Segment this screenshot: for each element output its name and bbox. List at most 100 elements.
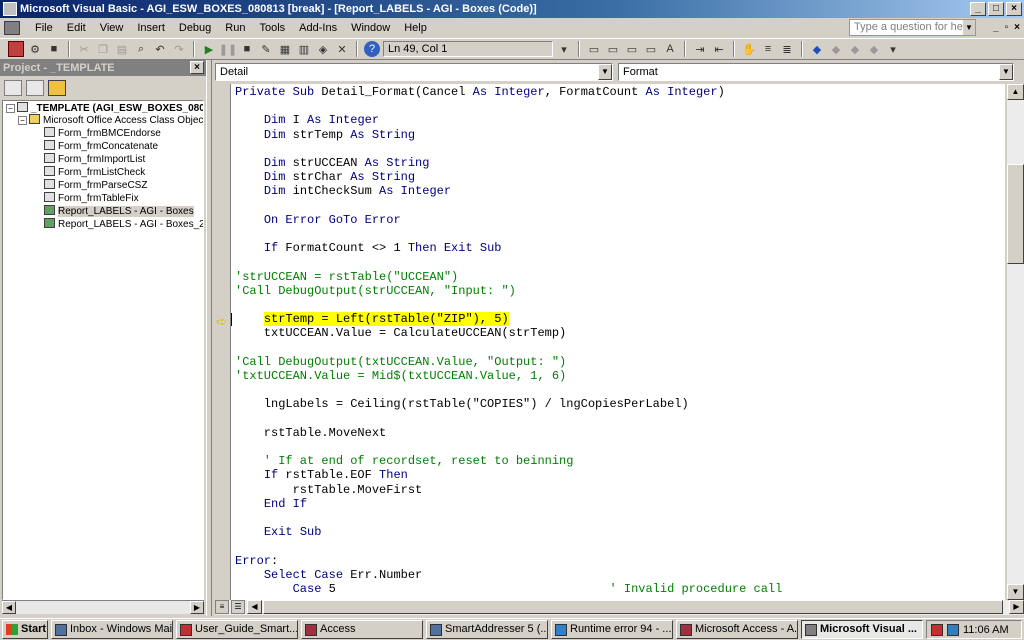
outdent-icon[interactable]: ⇤ bbox=[711, 41, 727, 57]
tree-root[interactable]: − _TEMPLATE (AGI_ESW_BOXES_080813 bbox=[3, 101, 203, 114]
code-line[interactable]: Exit Sub bbox=[235, 525, 322, 539]
toolbar-options-icon[interactable]: ▾ bbox=[885, 41, 901, 57]
code-line[interactable]: Error: bbox=[235, 554, 278, 568]
list-properties-icon[interactable]: ▭ bbox=[586, 41, 602, 57]
menu-insert[interactable]: Insert bbox=[130, 18, 172, 38]
reset-icon[interactable]: ■ bbox=[239, 41, 255, 57]
maximize-button[interactable]: □ bbox=[988, 2, 1004, 16]
code-line[interactable]: Dim strTemp As String bbox=[235, 128, 415, 142]
break-icon[interactable]: ❚❚ bbox=[219, 41, 237, 57]
indent-icon[interactable]: ⇥ bbox=[692, 41, 708, 57]
code-line[interactable]: lngLabels = Ceiling(rstTable("COPIES") /… bbox=[235, 397, 689, 411]
tree-item[interactable]: Form_frmParseCSZ bbox=[3, 179, 203, 192]
quick-info-icon[interactable]: ▭ bbox=[624, 41, 640, 57]
code-line[interactable]: ' If at end of recordset, reset to beinn… bbox=[235, 454, 574, 468]
start-button[interactable]: Start bbox=[2, 620, 48, 639]
code-line[interactable]: 'txtUCCEAN.Value = Mid$(txtUCCEAN.Value,… bbox=[235, 369, 566, 383]
menu-tools[interactable]: Tools bbox=[252, 18, 292, 38]
tree-item[interactable]: Form_frmTableFix bbox=[3, 192, 203, 205]
close-button[interactable]: × bbox=[1006, 2, 1022, 16]
next-bookmark-icon[interactable]: ◆ bbox=[828, 41, 844, 57]
code-line[interactable]: Dim I As Integer bbox=[235, 113, 379, 127]
collapse-icon[interactable]: − bbox=[6, 104, 15, 113]
parameter-info-icon[interactable]: ▭ bbox=[643, 41, 659, 57]
code-line[interactable]: Dim strChar As String bbox=[235, 170, 415, 184]
project-explorer-icon[interactable]: ▦ bbox=[277, 41, 293, 57]
tree-folder[interactable]: − Microsoft Office Access Class Objects bbox=[3, 114, 203, 127]
tree-item[interactable]: Form_frmBMCEndorse bbox=[3, 127, 203, 140]
previous-bookmark-icon[interactable]: ◆ bbox=[847, 41, 863, 57]
uncomment-block-icon[interactable]: ≣ bbox=[779, 41, 795, 57]
tree-item[interactable]: Form_frmListCheck bbox=[3, 166, 203, 179]
code-line[interactable]: If rstTable.EOF Then bbox=[235, 468, 408, 482]
vba-app-icon[interactable] bbox=[3, 2, 17, 16]
code-line[interactable]: Case 5 ' Invalid procedure call bbox=[235, 582, 783, 596]
network-icon[interactable] bbox=[947, 623, 959, 636]
object-browser-icon[interactable]: ◈ bbox=[315, 41, 331, 57]
complete-word-icon[interactable]: A bbox=[662, 41, 678, 57]
code-line[interactable]: If FormatCount <> 1 Then Exit Sub bbox=[235, 241, 502, 255]
scroll-right-icon[interactable]: ▶ bbox=[1009, 600, 1024, 614]
object-dropdown[interactable]: Detail ▼ bbox=[215, 63, 613, 81]
toggle-breakpoint-icon[interactable]: ✋ bbox=[741, 41, 757, 57]
code-line[interactable]: 'Call DebugOutput(strUCCEAN, "Input: ") bbox=[235, 284, 516, 298]
margin-indicator-bar[interactable]: ➪ bbox=[215, 84, 231, 600]
mdi-minimize-button[interactable]: _ bbox=[993, 22, 999, 33]
comment-block-icon[interactable]: ≡ bbox=[760, 41, 776, 57]
list-constants-icon[interactable]: ▭ bbox=[605, 41, 621, 57]
insert-module-icon[interactable]: ⚙ bbox=[27, 41, 43, 57]
tray-app-icon[interactable] bbox=[931, 623, 943, 636]
view-code-icon[interactable] bbox=[4, 80, 22, 96]
taskbar-item-access[interactable]: Access bbox=[301, 620, 423, 639]
code-window-icon[interactable] bbox=[4, 21, 20, 35]
scroll-right-icon[interactable]: ▶ bbox=[190, 601, 204, 614]
help-icon[interactable]: ? bbox=[364, 41, 380, 57]
code-vertical-scrollbar[interactable]: ▲ ▼ bbox=[1007, 84, 1024, 600]
code-line[interactable]: strTemp = Left(rstTable("ZIP"), 5) bbox=[235, 312, 509, 327]
menu-debug[interactable]: Debug bbox=[172, 18, 218, 38]
tree-item-selected[interactable]: Report_LABELS - AGI - Boxes bbox=[3, 205, 203, 218]
scroll-down-icon[interactable]: ▼ bbox=[1007, 584, 1024, 600]
tree-item[interactable]: Form_frmImportList bbox=[3, 153, 203, 166]
save-icon[interactable]: ■ bbox=[46, 41, 62, 57]
cut-icon[interactable]: ✂ bbox=[76, 41, 92, 57]
menu-run[interactable]: Run bbox=[218, 18, 252, 38]
code-line[interactable]: End If bbox=[235, 497, 307, 511]
code-line[interactable]: Select Case Err.Number bbox=[235, 568, 422, 582]
menu-edit[interactable]: Edit bbox=[60, 18, 93, 38]
help-search-input[interactable]: Type a question for help ▼ bbox=[849, 19, 976, 36]
code-line[interactable]: rstTable.MoveFirst bbox=[235, 483, 423, 497]
taskbar-item-mail[interactable]: Inbox - Windows Mail bbox=[51, 620, 173, 639]
taskbar-item-visual-basic[interactable]: Microsoft Visual ... bbox=[801, 620, 923, 639]
menu-add-ins[interactable]: Add-Ins bbox=[292, 18, 344, 38]
menu-view[interactable]: View bbox=[93, 18, 131, 38]
undo-icon[interactable]: ↶ bbox=[152, 41, 168, 57]
mdi-close-button[interactable]: × bbox=[1014, 22, 1020, 33]
copy-icon[interactable]: ❐ bbox=[95, 41, 111, 57]
view-access-icon[interactable] bbox=[8, 41, 24, 57]
chevron-down-icon[interactable]: ▼ bbox=[999, 64, 1013, 80]
properties-icon[interactable]: ▥ bbox=[296, 41, 312, 57]
project-horizontal-scrollbar[interactable]: ◀ ▶ bbox=[2, 600, 204, 614]
redo-icon[interactable]: ↷ bbox=[171, 41, 187, 57]
clear-bookmarks-icon[interactable]: ◆ bbox=[866, 41, 882, 57]
full-module-view-icon[interactable]: ☰ bbox=[231, 600, 245, 614]
code-horizontal-scrollbar[interactable]: ≡ ☰ ◀ ▶ bbox=[215, 600, 1024, 615]
toggle-folders-icon[interactable] bbox=[48, 80, 66, 96]
code-editor[interactable]: Private Sub Detail_Format(Cancel As Inte… bbox=[231, 84, 1005, 600]
scroll-up-icon[interactable]: ▲ bbox=[1007, 84, 1024, 100]
tree-item[interactable]: Form_frmConcatenate bbox=[3, 140, 203, 153]
taskbar-item-smartaddresser[interactable]: SmartAddresser 5 (... bbox=[426, 620, 548, 639]
run-icon[interactable]: ▶ bbox=[201, 41, 217, 57]
minimize-button[interactable]: _ bbox=[970, 2, 986, 16]
collapse-icon[interactable]: − bbox=[18, 116, 27, 125]
code-line[interactable]: Private Sub Detail_Format(Cancel As Inte… bbox=[235, 85, 725, 99]
scroll-left-icon[interactable]: ◀ bbox=[2, 601, 16, 614]
toggle-bookmark-icon[interactable]: ◆ bbox=[809, 41, 825, 57]
mdi-restore-button[interactable]: ▫ bbox=[1005, 22, 1009, 33]
project-close-button[interactable]: × bbox=[190, 61, 204, 74]
code-line[interactable]: On Error GoTo Error bbox=[235, 213, 401, 227]
menu-help[interactable]: Help bbox=[397, 18, 434, 38]
find-icon[interactable]: ⌕ bbox=[133, 41, 149, 57]
scroll-thumb[interactable] bbox=[263, 600, 1003, 614]
